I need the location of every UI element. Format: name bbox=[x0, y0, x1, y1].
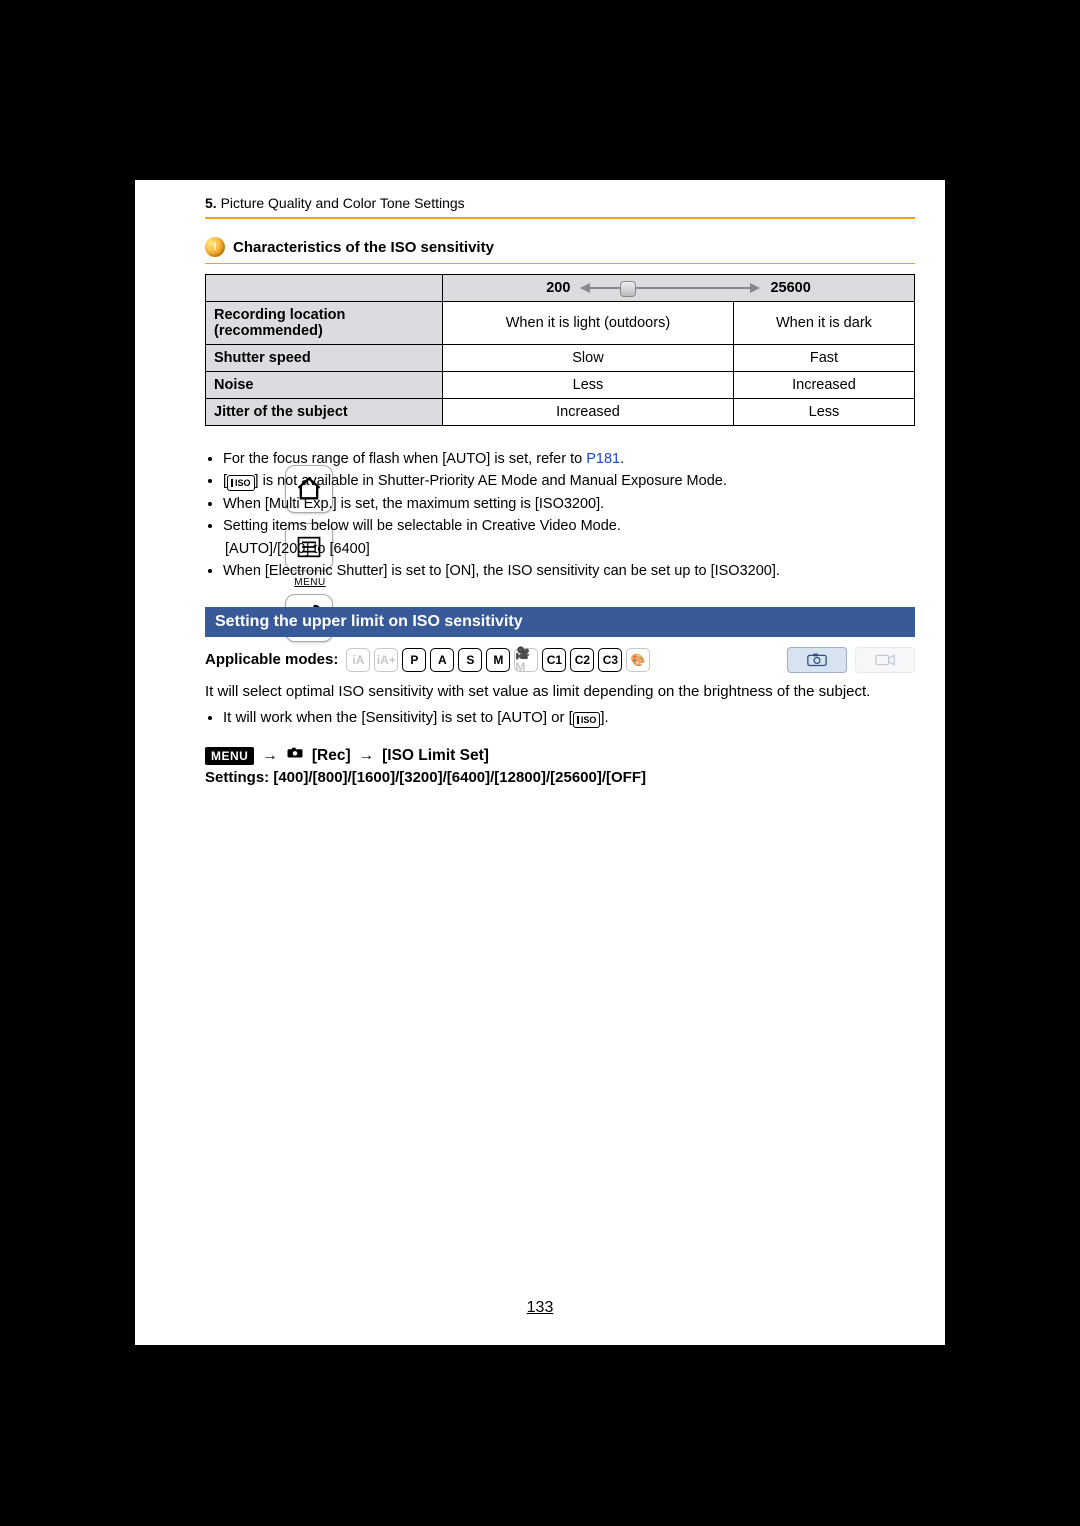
arrow-icon: → bbox=[359, 747, 375, 765]
camera-icon bbox=[286, 746, 304, 765]
list-item: It will work when the [Sensitivity] is s… bbox=[223, 709, 915, 728]
list-item-sub: [AUTO]/[200] to [6400] bbox=[223, 538, 915, 560]
list-item: When [Electronic Shutter] is set to [ON]… bbox=[223, 560, 915, 582]
iso-range-low: 200 bbox=[546, 280, 570, 296]
iso-range-high: 25600 bbox=[770, 280, 810, 296]
menu-path: MENU → [Rec] → [ISO Limit Set] bbox=[205, 746, 915, 765]
section-heading: Setting the upper limit on ISO sensitivi… bbox=[205, 607, 915, 637]
table-row: Shutter speed Slow Fast bbox=[206, 345, 915, 372]
breadcrumb: 5. Picture Quality and Color Tone Settin… bbox=[205, 195, 915, 211]
page-number: 133 bbox=[135, 1299, 945, 1317]
mode-iAplus: iA+ bbox=[374, 648, 398, 672]
list-item: For the focus range of flash when [AUTO]… bbox=[223, 448, 915, 470]
list-item: Setting items below will be selectable i… bbox=[223, 515, 915, 537]
mode-video: 🎥M bbox=[514, 648, 538, 672]
mode-iA: iA bbox=[346, 648, 370, 672]
list-item: [ISO] is not available in Shutter-Priori… bbox=[223, 470, 915, 492]
mode-S: S bbox=[458, 648, 482, 672]
breadcrumb-title: Picture Quality and Color Tone Settings bbox=[221, 195, 465, 211]
lightbulb-icon: ! bbox=[205, 237, 225, 257]
hint-header: ! Characteristics of the ISO sensitivity bbox=[205, 237, 915, 264]
mode-C2: C2 bbox=[570, 648, 594, 672]
biso-icon: ISO bbox=[573, 712, 601, 728]
breadcrumb-number: 5. bbox=[205, 195, 217, 211]
settings-options: Settings: [400]/[800]/[1600]/[3200]/[640… bbox=[205, 769, 915, 786]
section-bullets: It will work when the [Sensitivity] is s… bbox=[205, 709, 915, 728]
table-row: Recording location (recommended) When it… bbox=[206, 302, 915, 345]
hint-title: Characteristics of the ISO sensitivity bbox=[233, 239, 494, 256]
iso-characteristics-table: 200 25600 bbox=[205, 274, 915, 426]
divider bbox=[205, 217, 915, 219]
xref-link[interactable]: P181 bbox=[586, 451, 620, 467]
list-item: When [Multi Exp.] is set, the maximum se… bbox=[223, 493, 915, 515]
range-slider-icon bbox=[580, 283, 760, 293]
mode-creative: 🎨 bbox=[626, 648, 650, 672]
notes-list: For the focus range of flash when [AUTO]… bbox=[205, 448, 915, 583]
menu-path-rec: [Rec] bbox=[312, 747, 351, 765]
menu-chip: MENU bbox=[205, 747, 254, 765]
table-row: Jitter of the subject Increased Less bbox=[206, 399, 915, 426]
mode-C3: C3 bbox=[598, 648, 622, 672]
mode-A: A bbox=[430, 648, 454, 672]
applicable-modes-label: Applicable modes: bbox=[205, 651, 338, 668]
applicable-modes: Applicable modes: iA iA+ P A S M 🎥M C1 C… bbox=[205, 647, 915, 673]
biso-icon: ISO bbox=[227, 475, 255, 491]
mode-P: P bbox=[402, 648, 426, 672]
table-row: Noise Less Increased bbox=[206, 372, 915, 399]
mode-M: M bbox=[486, 648, 510, 672]
video-not-applicable-icon bbox=[855, 647, 915, 673]
menu-path-target: [ISO Limit Set] bbox=[382, 747, 489, 765]
photo-applicable-icon bbox=[787, 647, 847, 673]
mode-C1: C1 bbox=[542, 648, 566, 672]
arrow-icon: → bbox=[262, 747, 278, 765]
section-paragraph: It will select optimal ISO sensitivity w… bbox=[205, 681, 915, 704]
modes-icons: iA iA+ P A S M 🎥M C1 C2 C3 🎨 bbox=[346, 648, 650, 672]
